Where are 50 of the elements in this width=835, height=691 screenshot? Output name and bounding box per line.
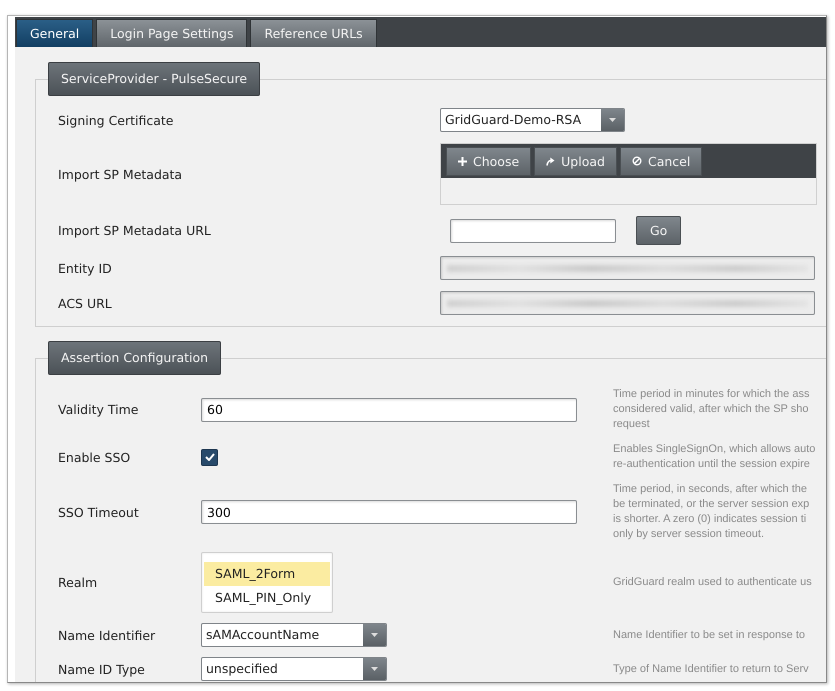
- field-label: SSO Timeout: [58, 504, 140, 520]
- checkbox[interactable]: [201, 448, 218, 466]
- field-label: Validity Time: [58, 402, 140, 417]
- plus-icon: [458, 156, 467, 166]
- field-label: Name Identifier: [58, 628, 156, 642]
- tab[interactable]: Reference URLs: [250, 19, 377, 47]
- dropdown[interactable]: unspecified: [201, 657, 387, 681]
- help-text: Enables SingleSignOn, which allows auto: [613, 442, 816, 457]
- tab[interactable]: General: [16, 19, 94, 47]
- caret-icon: [371, 633, 378, 637]
- caret-icon: [371, 667, 378, 671]
- blurred-field[interactable]: [440, 256, 815, 280]
- blurred-field[interactable]: [440, 291, 815, 315]
- list-option[interactable]: SAML_PIN_Only: [204, 586, 330, 610]
- text-field[interactable]: 300: [201, 500, 577, 524]
- text-field[interactable]: 60: [201, 398, 577, 422]
- cancel-icon: [632, 156, 642, 166]
- upload-toolbar-button[interactable]: Cancel: [620, 146, 702, 176]
- help-text: re-authentication until the session expire: [613, 457, 811, 472]
- upload-toolbar-button[interactable]: Upload: [534, 146, 617, 176]
- section-legend: ServiceProvider - PulseSecure: [48, 62, 260, 96]
- url-field[interactable]: [450, 218, 616, 242]
- help-text: Time period in minutes for which the ass: [613, 387, 810, 402]
- section-legend: Assertion Configuration: [48, 341, 222, 375]
- help-text: only by server session timeout.: [613, 527, 766, 542]
- field-label: Realm: [58, 575, 98, 590]
- dropdown[interactable]: sAMAccountName: [201, 623, 387, 647]
- tab[interactable]: Login Page Settings: [96, 19, 248, 47]
- upload-toolbar-button[interactable]: Choose: [446, 146, 532, 176]
- help-text: request: [613, 417, 651, 432]
- help-text: Name Identifier to be set in response to: [613, 628, 806, 642]
- field-label: Import SP Metadata URL: [58, 223, 212, 238]
- dropdown[interactable]: GridGuard-Demo-RSA: [440, 108, 625, 132]
- go-button[interactable]: Go: [636, 216, 682, 245]
- checkmark-icon: [204, 453, 214, 461]
- caret-icon: [609, 118, 616, 122]
- field-label: Entity ID: [58, 260, 113, 276]
- curved-arrow-icon: [546, 156, 556, 166]
- help-text: be terminated, or the server session exp: [613, 497, 810, 512]
- field-label: Enable SSO: [58, 450, 132, 464]
- help-text: considered valid, after which the SP sho: [613, 402, 810, 417]
- help-text: Type of Name Identifier to return to Serv: [613, 662, 810, 676]
- list-option[interactable]: SAML_2Form: [204, 562, 330, 586]
- help-text: is shorter. A zero (0) indicates session ti: [613, 512, 808, 527]
- field-label: Name ID Type: [58, 662, 146, 676]
- help-text: GridGuard realm used to authenticate us: [613, 575, 813, 590]
- field-label: Signing Certificate: [58, 112, 174, 128]
- field-label: ACS URL: [58, 296, 113, 310]
- field-label: Import SP Metadata: [58, 166, 184, 182]
- help-text: Time period, in seconds, after which the: [613, 482, 808, 497]
